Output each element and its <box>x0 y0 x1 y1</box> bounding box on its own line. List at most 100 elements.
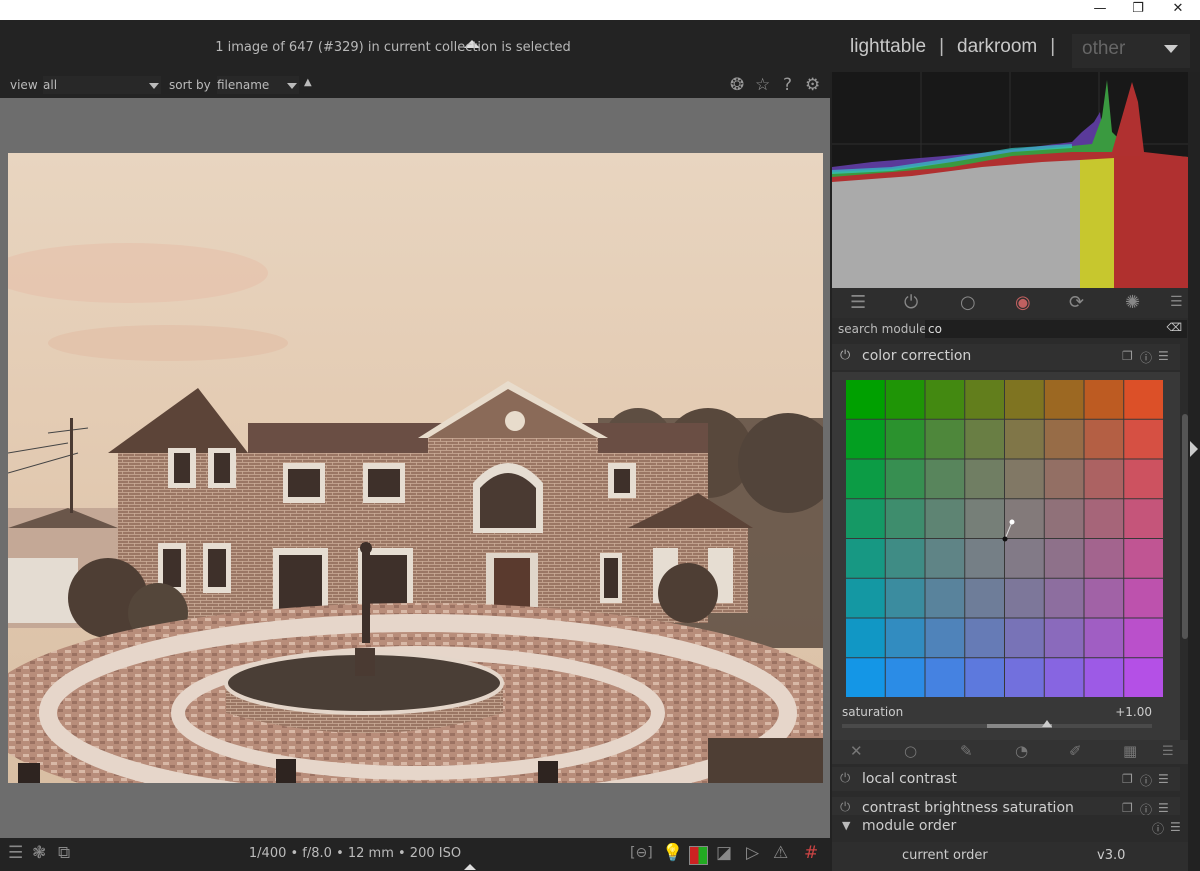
clear-search-icon[interactable]: ⌫ <box>1166 321 1182 334</box>
sort-direction-icon[interactable]: ▲ <box>304 77 312 88</box>
module-order-header[interactable]: ▼ module order ⓘ ☰ <box>832 815 1188 841</box>
grid-cell <box>885 578 925 618</box>
multi-instance-icon[interactable]: ❐ <box>1122 801 1133 815</box>
blend-mask-tabs: ✕ ○ ✎ ◔ ✐ ▦ ☰ <box>832 740 1188 764</box>
restore-button[interactable]: ❐ <box>1118 0 1158 20</box>
histogram[interactable] <box>832 72 1188 288</box>
multi-instance-icon[interactable]: ❐ <box>1122 349 1133 363</box>
minimize-button[interactable]: — <box>1080 0 1120 20</box>
grid-cell <box>1005 539 1044 578</box>
power-icon[interactable]: ⏻ <box>840 771 850 786</box>
search-module-input[interactable] <box>925 320 1187 338</box>
bulb-icon[interactable]: 💡 <box>662 843 683 863</box>
overexposed-icon[interactable]: ▷ <box>746 843 759 863</box>
search-module-row: search module ⌫ <box>832 318 1188 340</box>
collapse-right-arrow-icon[interactable] <box>1190 441 1198 457</box>
grid-cell <box>885 380 925 419</box>
grid-cell <box>846 578 885 618</box>
view-filter-select[interactable]: all <box>43 76 161 94</box>
presets-icon[interactable]: ☰ <box>1158 772 1169 786</box>
grid-cell <box>1124 419 1163 459</box>
grid-cell <box>1084 419 1124 459</box>
menu-icon[interactable]: ☰ <box>1162 744 1174 759</box>
saturation-slider[interactable]: saturation +1.00 <box>842 705 1152 719</box>
raster-icon[interactable]: ▦ <box>1123 742 1137 760</box>
shadow-point[interactable] <box>1002 536 1008 542</box>
grid-cell <box>846 539 885 578</box>
grid-cell <box>1005 578 1044 618</box>
softproof-icon[interactable] <box>689 846 708 865</box>
star-icon[interactable]: ☆ <box>755 75 770 95</box>
help-icon[interactable]: ? <box>783 75 792 95</box>
uniform-icon[interactable]: ○ <box>904 742 917 760</box>
grid-cell <box>885 658 925 697</box>
window-title-bar: — ❐ ✕ <box>0 0 1200 20</box>
reset-icon[interactable]: ⓘ <box>1140 801 1152 815</box>
correct-icon[interactable]: ⟳ <box>1069 292 1084 313</box>
guides-icon[interactable]: # <box>804 843 818 863</box>
reset-icon[interactable]: ⓘ <box>1140 349 1152 366</box>
current-order-label: current order <box>902 848 988 863</box>
grid-cell <box>1044 618 1084 658</box>
color-correction-body: saturation +1.00 <box>832 372 1180 742</box>
view-darkroom[interactable]: darkroom <box>957 36 1037 58</box>
color-correction-grid[interactable] <box>846 380 1164 698</box>
gamut-check-icon[interactable]: ◪ <box>716 843 732 863</box>
focus-peaking-icon[interactable]: [⊖] <box>630 845 653 861</box>
presets-icon[interactable]: ☰ <box>1170 820 1181 834</box>
sort-value: filename <box>217 78 270 92</box>
grid-cell <box>885 419 925 459</box>
drawn-parametric-icon[interactable]: ✐ <box>1069 742 1082 760</box>
grid-cell <box>885 459 925 499</box>
module-order-title: module order <box>862 818 957 834</box>
circle-icon[interactable]: ○ <box>960 292 976 313</box>
multi-instance-icon[interactable]: ❐ <box>1122 772 1133 786</box>
reset-icon[interactable]: ⓘ <box>1152 820 1164 837</box>
grid-cell <box>925 539 965 578</box>
view-filter-label: view <box>10 78 38 92</box>
highlight-point[interactable] <box>1009 519 1015 525</box>
presets-icon[interactable]: ☰ <box>1158 801 1169 815</box>
grid-cell <box>965 459 1004 499</box>
drawn-icon[interactable]: ✎ <box>960 742 973 760</box>
sort-select[interactable]: filename <box>217 76 299 94</box>
reset-icon[interactable]: ⓘ <box>1140 772 1152 789</box>
grid-cell <box>885 499 925 538</box>
sort-label: sort by <box>169 78 211 92</box>
view-lighttable[interactable]: lighttable <box>850 36 926 58</box>
gear-icon[interactable]: ⚙ <box>805 75 820 95</box>
grid-cell <box>1124 539 1163 578</box>
saturation-label: saturation <box>842 705 904 719</box>
expand-bottom-arrow-icon[interactable] <box>464 864 476 870</box>
power-icon[interactable]: ⏻ <box>840 800 850 815</box>
collapse-icon: ▼ <box>842 819 851 832</box>
close-button[interactable]: ✕ <box>1158 0 1198 20</box>
sliders-icon[interactable]: ☰ <box>850 292 866 313</box>
color-wheel-icon[interactable]: ◉ <box>1015 292 1031 313</box>
power-icon[interactable]: ⏻ <box>904 292 918 313</box>
menu-icon[interactable]: ☰ <box>1170 294 1183 310</box>
power-icon[interactable]: ⏻ <box>840 348 850 363</box>
presets-icon[interactable]: ☰ <box>1158 349 1169 363</box>
grid-cell <box>1124 380 1163 419</box>
clipping-warning-icon[interactable]: ⚠ <box>773 843 788 863</box>
grid-cell <box>846 499 885 538</box>
grid-cell <box>885 539 925 578</box>
local-contrast-header[interactable]: ⏻ local contrast ❐ ⓘ ☰ <box>832 767 1180 791</box>
panel-scrollbar[interactable] <box>1182 414 1188 639</box>
grid-cell <box>1124 618 1163 658</box>
grid-cell <box>1005 419 1044 459</box>
grouping-icon[interactable]: ❂ <box>730 75 744 95</box>
view-other-dropdown[interactable]: other <box>1072 34 1190 68</box>
color-correction-header[interactable]: ⏻ color correction ❐ ⓘ ☰ <box>832 344 1180 370</box>
module-group-tabs: ☰ ⏻ ○ ◉ ⟳ ✺ ☰ <box>832 288 1188 318</box>
grid-cell <box>846 459 885 499</box>
saturation-handle[interactable] <box>1042 720 1052 727</box>
house-photo <box>8 243 823 783</box>
contrast-brightness-saturation-header[interactable]: ⏻ contrast brightness saturation ❐ ⓘ ☰ <box>832 797 1180 815</box>
effect-icon[interactable]: ✺ <box>1125 292 1140 313</box>
module-order-row[interactable]: current order v3.0 <box>832 842 1188 871</box>
view-separator: | <box>1050 36 1056 57</box>
parametric-icon[interactable]: ◔ <box>1015 742 1028 760</box>
off-icon[interactable]: ✕ <box>850 742 863 760</box>
